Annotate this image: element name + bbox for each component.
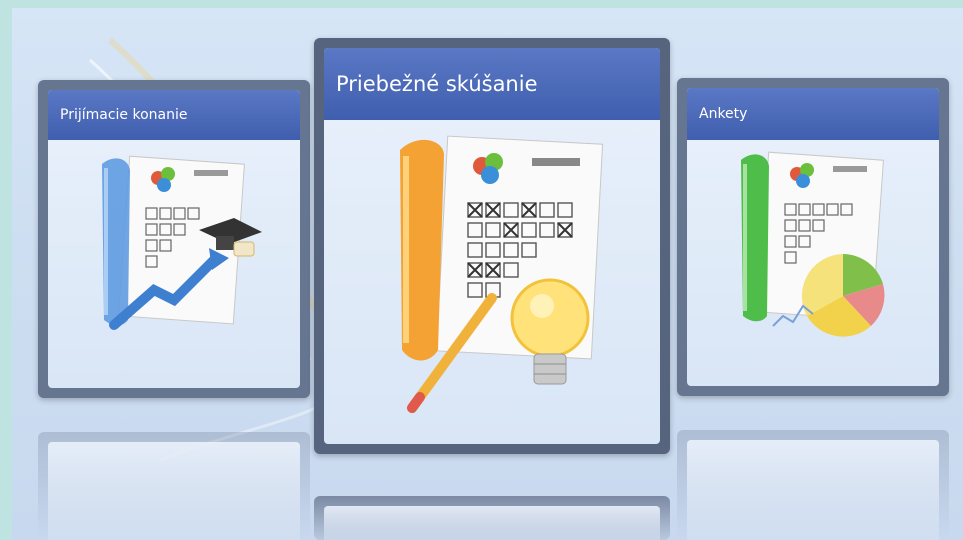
card-title: Ankety — [699, 106, 748, 122]
card-title-bar: Ankety — [687, 88, 939, 140]
card-panel: Ankety — [687, 88, 939, 386]
card-panel: Prijímacie konanie — [48, 90, 300, 388]
card-image-area — [48, 140, 300, 388]
module-card-continuous-testing[interactable]: Priebežné skúšanie — [314, 38, 670, 454]
card-panel: Priebežné skúšanie — [324, 48, 660, 444]
card-reflection — [314, 496, 670, 540]
card-image-area — [324, 120, 660, 444]
survey-pie-chart-icon — [741, 151, 885, 337]
card-title-bar: Prijímacie konanie — [48, 90, 300, 140]
window-left-edge — [0, 0, 12, 540]
test-sheet-lightbulb-icon — [400, 135, 604, 413]
card-image-area — [687, 140, 939, 386]
card-title-bar: Priebežné skúšanie — [324, 48, 660, 120]
card-reflection — [677, 430, 949, 540]
card-title: Priebežné skúšanie — [336, 72, 538, 96]
module-card-surveys[interactable]: Ankety — [677, 78, 949, 396]
card-title: Prijímacie konanie — [60, 107, 188, 123]
admissions-document-icon — [102, 155, 262, 330]
module-card-admissions[interactable]: Prijímacie konanie — [38, 80, 310, 398]
card-reflection — [38, 432, 310, 540]
